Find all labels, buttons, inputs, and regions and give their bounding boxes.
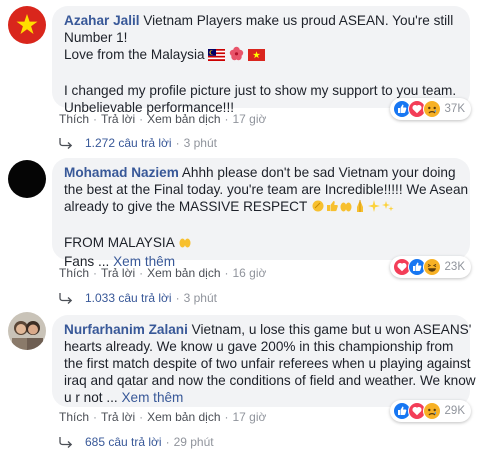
separator: · [175, 136, 180, 150]
author-avatar[interactable] [8, 312, 46, 350]
thumbs-emoji-icon [325, 199, 339, 217]
comment-text: FROM MALAYSIA [64, 235, 175, 250]
separator: · [139, 112, 144, 126]
replies-row: 685 câu trả lời · 29 phút [59, 435, 214, 449]
comment-time[interactable]: 17 giờ [233, 112, 267, 126]
separator: · [175, 291, 180, 305]
like-button[interactable]: Thích [59, 112, 89, 126]
translate-button[interactable]: Xem bản dịch [147, 112, 220, 126]
author-avatar[interactable] [8, 6, 46, 44]
sparkles-emoji-icon [367, 199, 381, 217]
comment-text: iraq and qatar and now the conditions of… [64, 373, 476, 388]
replies-time: 29 phút [173, 435, 214, 449]
reactions-summary[interactable]: 29K [389, 400, 471, 422]
view-replies-link[interactable]: 1.033 câu trả lời [85, 291, 172, 305]
replies-time: 3 phút [183, 291, 217, 305]
author-name[interactable]: Nurfarhanim Zalani [64, 322, 188, 337]
separator: · [139, 266, 144, 280]
view-replies-link[interactable]: 685 câu trả lời [85, 435, 162, 449]
black-avatar [8, 160, 46, 198]
haha-icon [422, 258, 441, 276]
raised-hands-emoji-icon [339, 199, 353, 217]
comment-time[interactable]: 17 giờ [233, 410, 267, 424]
vietnam-flag-avatar [8, 6, 46, 44]
separator: · [93, 410, 98, 424]
translate-button[interactable]: Xem bản dịch [147, 266, 220, 280]
reply-arrow-icon [59, 293, 73, 304]
reply-button[interactable]: Trả lời [101, 266, 135, 280]
replies-row: 1.272 câu trả lời · 3 phút [59, 136, 217, 150]
replies-time: 3 phút [183, 136, 217, 150]
separator: · [139, 410, 144, 424]
raised-hands-emoji-icon [178, 235, 192, 253]
comment-actions: Thích · Trả lời · Xem bản dịch · 17 giờ [59, 410, 266, 424]
reaction-count: 23K [444, 261, 465, 273]
like-button[interactable]: Thích [59, 266, 89, 280]
like-button[interactable]: Thích [59, 410, 89, 424]
separator: · [165, 435, 170, 449]
comment-text: the first match despite of two unfair re… [64, 356, 471, 371]
comment-time[interactable]: 16 giờ [233, 266, 267, 280]
pray-emoji-icon [353, 199, 367, 217]
reactions-summary[interactable]: 37K [389, 98, 471, 120]
vietnam-flag-icon [247, 48, 265, 65]
comment-text: I changed my profile picture just to sho… [64, 83, 457, 98]
author-avatar[interactable] [8, 160, 46, 198]
see-more-link[interactable]: Xem thêm [121, 390, 183, 405]
author-name[interactable]: Azahar Jalil [64, 13, 140, 28]
reaction-count: 37K [444, 103, 465, 115]
reply-arrow-icon [59, 437, 73, 448]
comment-text: Ahhh please don't be sad Vietnam your do… [181, 165, 456, 180]
comment-text: hearts already. We know u gave 200% in t… [64, 339, 454, 354]
author-name[interactable]: Mohamad Naziem [64, 165, 179, 180]
separator: · [224, 112, 229, 126]
malaysia-flag-icon [208, 48, 226, 65]
replies-row: 1.033 câu trả lời · 3 phút [59, 291, 217, 305]
comment-text: the best at the Final today. you're team… [64, 182, 469, 197]
comment-text: Vietnam, u lose this game but u won ASEA… [191, 322, 472, 337]
translate-button[interactable]: Xem bản dịch [147, 410, 220, 424]
view-replies-link[interactable]: 1.272 câu trả lời [85, 136, 172, 150]
reply-button[interactable]: Trả lời [101, 410, 135, 424]
comment-text: Vietnam Players make us proud ASEAN. You… [143, 13, 454, 28]
comment-actions: Thích · Trả lời · Xem bản dịch · 17 giờ [59, 112, 266, 126]
reaction-count: 29K [444, 405, 465, 417]
separator: · [93, 112, 98, 126]
reply-arrow-icon [59, 138, 73, 149]
separator: · [224, 266, 229, 280]
reply-button[interactable]: Trả lời [101, 112, 135, 126]
sad-icon [422, 402, 441, 420]
separator: · [224, 410, 229, 424]
clap-emoji-icon [311, 199, 325, 217]
comment-text: already to give the MASSIVE RESPECT [64, 199, 308, 214]
reactions-summary[interactable]: 23K [389, 256, 471, 278]
comment-text: Love from the Malaysia [64, 47, 205, 62]
separator: · [93, 266, 98, 280]
comment-bubble: Mohamad Naziem Ahhh please don't be sad … [52, 158, 470, 269]
comment-actions: Thích · Trả lời · Xem bản dịch · 16 giờ [59, 266, 266, 280]
comment-text: u r not ... [64, 390, 118, 405]
sparkles-emoji-icon [381, 199, 395, 217]
comment-text: Number 1! [64, 30, 128, 45]
sad-icon [422, 100, 441, 118]
photo-avatar [8, 312, 46, 350]
hibiscus-icon [229, 46, 244, 65]
comment-bubble: Nurfarhanim Zalani Vietnam, u lose this … [52, 315, 476, 407]
comment-bubble: Azahar Jalil Vietnam Players make us pro… [52, 6, 470, 115]
